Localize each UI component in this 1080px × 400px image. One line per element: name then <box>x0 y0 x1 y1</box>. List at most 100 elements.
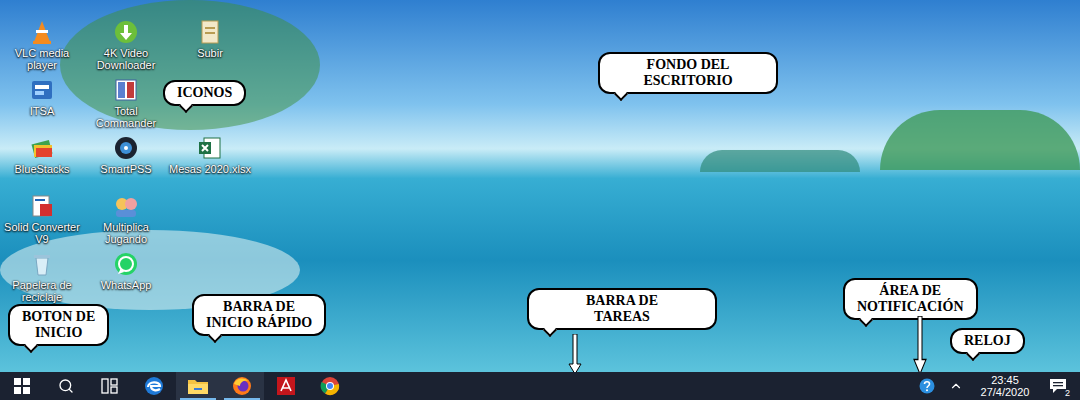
desktop-icon-row: BlueStacksSmartPSSMesas 2020.xlsx <box>0 134 252 192</box>
taskbar: 23:4527/4/2020 2 <box>0 372 1080 400</box>
taskbar-buttons <box>0 372 352 400</box>
windows-logo-icon <box>14 378 30 394</box>
edge-button[interactable] <box>132 372 176 400</box>
callout: FONDO DELESCRITORIO <box>598 52 778 94</box>
smartpss-icon <box>112 134 140 162</box>
recycle-icon <box>28 250 56 278</box>
notification-area: 23:4527/4/2020 2 <box>912 372 1080 400</box>
desktop-icon-row: VLC media player4K Video DownloaderSubir <box>0 18 252 76</box>
down-arrow-icon <box>913 316 927 372</box>
acrobat-button[interactable] <box>264 372 308 400</box>
desktop-icon[interactable]: Papelera de reciclaje <box>0 250 84 308</box>
desktop-icon[interactable]: WhatsApp <box>84 250 168 308</box>
desktop-icon[interactable]: Total Commander <box>84 76 168 134</box>
solid-icon <box>28 192 56 220</box>
edge-icon <box>144 376 164 396</box>
island <box>700 150 860 172</box>
callout-line: RELOJ <box>964 333 1011 349</box>
callout-line: NOTIFICACIÓN <box>857 299 964 315</box>
help-icon <box>919 378 935 394</box>
taskbar-spacer <box>352 372 912 400</box>
callout-tail <box>208 329 222 343</box>
itsa-icon <box>28 76 56 104</box>
vlc-icon <box>28 18 56 46</box>
callout: RELOJ <box>950 328 1025 354</box>
callout: BARRA DEINICIO RÁPIDO <box>192 294 326 336</box>
callout: BOTON DEINICIO <box>8 304 109 346</box>
search-icon <box>58 378 74 394</box>
totalcmd-icon <box>112 76 140 104</box>
clock[interactable]: 23:4527/4/2020 <box>970 372 1040 400</box>
chrome-icon <box>320 376 340 396</box>
desktop-icon-label: Subir <box>169 47 251 59</box>
running-indicator <box>180 398 216 400</box>
notification-count: 2 <box>1065 388 1070 398</box>
callout-line: INICIO RÁPIDO <box>206 315 312 331</box>
search-button[interactable] <box>44 372 88 400</box>
firefox-button[interactable] <box>220 372 264 400</box>
excel-icon <box>196 134 224 162</box>
desktop-icon[interactable]: Subir <box>168 18 252 76</box>
callout-line: BARRA DE <box>206 299 312 315</box>
notification-icon <box>1049 378 1067 394</box>
firefox-icon <box>232 376 252 396</box>
desktop-icon-label: Total Commander <box>85 105 167 129</box>
desktop-icon[interactable]: SmartPSS <box>84 134 168 192</box>
callout-tail <box>543 323 557 337</box>
taskview-button[interactable] <box>88 372 132 400</box>
desktop-icon[interactable]: BlueStacks <box>0 134 84 192</box>
callout-line: BARRA DE <box>541 293 703 309</box>
callout-tail <box>859 313 873 327</box>
file-explorer-icon <box>187 377 209 395</box>
desktop-icon-label: ITSA <box>1 105 83 117</box>
show-hidden-icons-button[interactable] <box>942 372 970 400</box>
island <box>880 110 1080 170</box>
desktop-icon[interactable]: 4K Video Downloader <box>84 18 168 76</box>
desktop-icon-label: Multiplica Jugando <box>85 221 167 245</box>
desktop-icon-label: WhatsApp <box>85 279 167 291</box>
bluestacks-icon <box>28 134 56 162</box>
doc-icon <box>196 18 224 46</box>
desktop-icon-label: BlueStacks <box>1 163 83 175</box>
down-arrow-icon <box>568 334 582 372</box>
task-view-icon <box>101 378 119 394</box>
callout-tail <box>24 339 38 353</box>
desktop-icon-row: Solid Converter V9Multiplica Jugando <box>0 192 252 250</box>
desktop-icon[interactable]: Mesas 2020.xlsx <box>168 134 252 192</box>
desktop-icon-label: Solid Converter V9 <box>1 221 83 245</box>
desktop-icon-label: SmartPSS <box>85 163 167 175</box>
screen: VLC media player4K Video DownloaderSubir… <box>0 0 1080 400</box>
callout: ÁREA DENOTIFICACIÓN <box>843 278 978 320</box>
callout-line: BOTON DE <box>22 309 95 325</box>
callout-line: TAREAS <box>541 309 703 325</box>
clock-time: 23:45 <box>991 374 1019 386</box>
multiplica-icon <box>112 192 140 220</box>
chrome-button[interactable] <box>308 372 352 400</box>
help-button[interactable] <box>912 372 942 400</box>
callout-line: FONDO DEL <box>612 57 764 73</box>
desktop: VLC media player4K Video DownloaderSubir… <box>0 0 1080 372</box>
start-button[interactable] <box>0 372 44 400</box>
callout-tail <box>614 87 628 101</box>
desktop-icon[interactable]: VLC media player <box>0 18 84 76</box>
callout-tail <box>966 347 980 361</box>
desktop-icon-grid: VLC media player4K Video DownloaderSubir… <box>0 18 252 308</box>
clock-date: 27/4/2020 <box>981 386 1030 398</box>
callout-line: INICIO <box>22 325 95 341</box>
desktop-icon-label: Mesas 2020.xlsx <box>169 163 251 175</box>
callout-line: ÁREA DE <box>857 283 964 299</box>
desktop-icon[interactable]: Solid Converter V9 <box>0 192 84 250</box>
desktop-icon-label: Papelera de reciclaje <box>1 279 83 303</box>
desktop-icon[interactable]: ITSA <box>0 76 84 134</box>
desktop-icon-label: 4K Video Downloader <box>85 47 167 71</box>
callout-line: ESCRITORIO <box>612 73 764 89</box>
whatsapp-icon <box>112 250 140 278</box>
explorer-button[interactable] <box>176 372 220 400</box>
downloader-icon <box>112 18 140 46</box>
action-center-button[interactable]: 2 <box>1040 372 1076 400</box>
running-indicator <box>224 398 260 400</box>
callout: ICONOS <box>163 80 246 106</box>
acrobat-icon <box>276 376 296 396</box>
desktop-icon[interactable]: Multiplica Jugando <box>84 192 168 250</box>
chevron-up-icon <box>949 379 963 393</box>
